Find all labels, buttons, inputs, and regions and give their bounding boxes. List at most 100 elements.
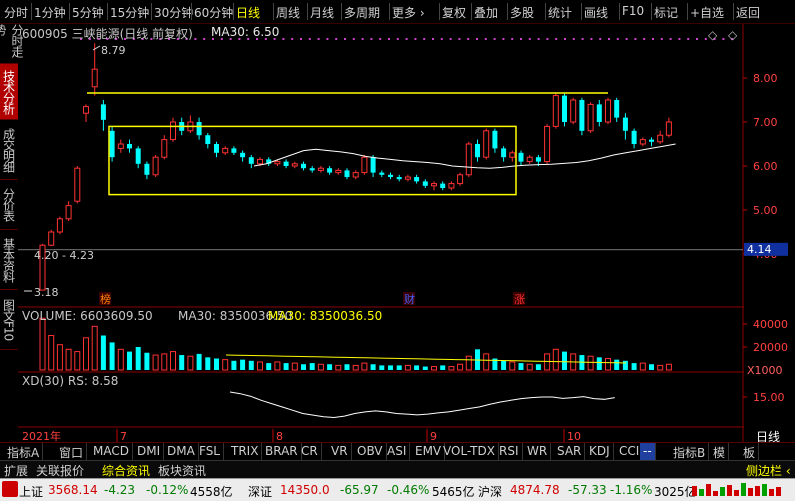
top-marker-dot — [528, 38, 531, 40]
volume-bar — [283, 363, 289, 370]
left-tab-分价表[interactable]: 分价表 — [0, 180, 18, 230]
sub-tab-扩展[interactable]: 扩展 — [4, 462, 28, 479]
kline-chart-svg[interactable]: 8.007.006.005.004.004.14◇◇榜财涨40000200001… — [18, 24, 795, 442]
indicator-tab-trix[interactable]: TRIX — [228, 443, 263, 461]
indicator-tab-cr[interactable]: CR — [298, 443, 322, 461]
indicator-tab-dmi[interactable]: DMI — [134, 443, 165, 461]
mini-bar — [755, 486, 760, 496]
menu-多股[interactable]: 多股 — [510, 4, 534, 21]
top-marker-dot — [203, 38, 206, 40]
candle-body — [614, 100, 620, 118]
menu-复权[interactable]: 复权 — [442, 4, 466, 21]
left-tab-图文f10[interactable]: 图文F10 — [0, 290, 18, 350]
candle-body — [562, 95, 567, 122]
volume-bar — [657, 364, 664, 371]
shanghai-flag-icon — [2, 481, 18, 497]
indicator-tab-fsl[interactable]: FSL — [196, 443, 224, 461]
mini-bar — [748, 488, 753, 496]
menu-更多[interactable]: 更多 › — [392, 4, 425, 21]
collapse-icon: ◇ — [708, 28, 718, 42]
indicator-tab-macd[interactable]: MACD — [90, 443, 133, 461]
menu-1分钟[interactable]: 1分钟 — [34, 4, 66, 21]
left-tab-基本资料[interactable]: 基本资料 — [0, 230, 18, 290]
volume-bar — [562, 351, 567, 370]
indicator-tab-obv[interactable]: OBV — [354, 443, 387, 461]
candle-body — [404, 176, 411, 180]
sub-tab-综合资讯[interactable]: 综合资讯 — [102, 462, 150, 479]
indicator-tab-模[interactable]: 模 — [710, 443, 730, 461]
volume-bar — [509, 361, 516, 371]
candle-body — [301, 163, 306, 169]
menu-画线[interactable]: 画线 — [584, 4, 608, 21]
volume-bar — [301, 364, 306, 370]
mini-bar — [713, 491, 718, 496]
indicator-tab-板[interactable]: 板 — [740, 443, 760, 461]
indicator-tab-brar[interactable]: BRAR — [262, 443, 302, 461]
menu-统计[interactable]: 统计 — [548, 4, 572, 21]
menu-5分钟[interactable]: 5分钟 — [72, 4, 104, 21]
indicator-tab-asi[interactable]: ASI — [384, 443, 411, 461]
top-marker-dot — [555, 38, 558, 40]
menu-多周期[interactable]: 多周期 — [344, 4, 380, 21]
left-tab-技术分析[interactable]: 技术分析 — [0, 64, 18, 120]
volume-bar — [274, 361, 281, 371]
candle-body — [361, 156, 368, 174]
indicator-tab-vol-tdx[interactable]: VOL-TDX — [440, 443, 499, 461]
candle-body — [257, 158, 263, 165]
high-annotation: 8.79 — [101, 44, 126, 57]
menu-返回[interactable]: 返回 — [736, 4, 760, 21]
indicator-tabs: 指标A 窗口 MACD DMI DMA FSL TRIX BRAR CR VR OBV ASI EMV V… — [0, 442, 795, 461]
sub-tab-板块资讯[interactable]: 板块资讯 — [158, 462, 206, 479]
menu-周线[interactable]: 周线 — [276, 4, 300, 21]
menu-separator — [545, 3, 546, 20]
volume-bar — [396, 365, 402, 370]
menu-f10[interactable]: F10 — [622, 4, 644, 18]
hs-pct: -1.16% — [610, 483, 653, 497]
candle-body — [240, 152, 246, 158]
sidebar-toggle-button[interactable]: 侧边栏 ‹ — [746, 462, 791, 479]
candle-body — [448, 183, 455, 189]
left-tab-成交明细[interactable]: 成交明细 — [0, 120, 18, 180]
menu-15分钟[interactable]: 15分钟 — [110, 4, 149, 21]
volume-bar — [152, 354, 159, 371]
candle-body — [56, 218, 63, 233]
menu-叠加[interactable]: 叠加 — [474, 4, 498, 21]
volume-tick-label: 20000 — [753, 341, 788, 354]
candle-body — [605, 99, 611, 123]
top-marker-dot — [414, 38, 417, 40]
sub-tab-关联报价[interactable]: 关联报价 — [36, 462, 84, 479]
price-tick-label: 7.00 — [753, 116, 778, 129]
menu-分时[interactable]: 分时 — [4, 4, 28, 21]
volume-bar — [587, 355, 594, 371]
indicator-tab-指标a[interactable]: 指标A — [4, 443, 44, 461]
indicator-tab-kdj[interactable]: KDJ — [586, 443, 614, 461]
menu-月线[interactable]: 月线 — [310, 4, 334, 21]
menu-separator — [389, 3, 390, 20]
candle-body — [457, 174, 464, 185]
hs-amt: 3025亿 — [654, 485, 697, 499]
volume-bar — [448, 366, 455, 371]
chart-area[interactable]: 8.007.006.005.004.004.14◇◇榜财涨40000200001… — [18, 24, 795, 444]
indicator-tab-dma[interactable]: DMA — [164, 443, 199, 461]
mini-bar — [734, 490, 739, 496]
volume-bar — [91, 325, 98, 371]
indicator-tab-指标b[interactable]: 指标B — [670, 443, 710, 461]
indicator-tab-item[interactable]: -- — [640, 443, 656, 461]
indicator-tab-wr[interactable]: WR — [524, 443, 552, 461]
menu-60分钟[interactable]: 60分钟 — [194, 4, 233, 21]
indicator-tab-sar[interactable]: SAR — [554, 443, 586, 461]
volume-bar — [144, 352, 150, 370]
menu-标记[interactable]: 标记 — [654, 4, 678, 21]
indicator-tab-vr[interactable]: VR — [328, 443, 352, 461]
indicator-tab-窗口[interactable]: 窗口 — [56, 443, 88, 461]
mini-bar — [692, 486, 697, 496]
menu-30分钟[interactable]: 30分钟 — [154, 4, 193, 21]
top-marker-dot — [282, 38, 285, 40]
menu-自选[interactable]: +自选 — [690, 4, 724, 21]
candle-body — [440, 183, 446, 188]
left-tab-分时走势[interactable]: 分时走势 — [0, 24, 24, 64]
candle-body — [205, 135, 211, 144]
price-tick-label: 8.00 — [753, 72, 778, 85]
indicator-tab-rsi[interactable]: RSI — [496, 443, 523, 461]
menu-日线[interactable]: 日线 — [236, 4, 260, 21]
